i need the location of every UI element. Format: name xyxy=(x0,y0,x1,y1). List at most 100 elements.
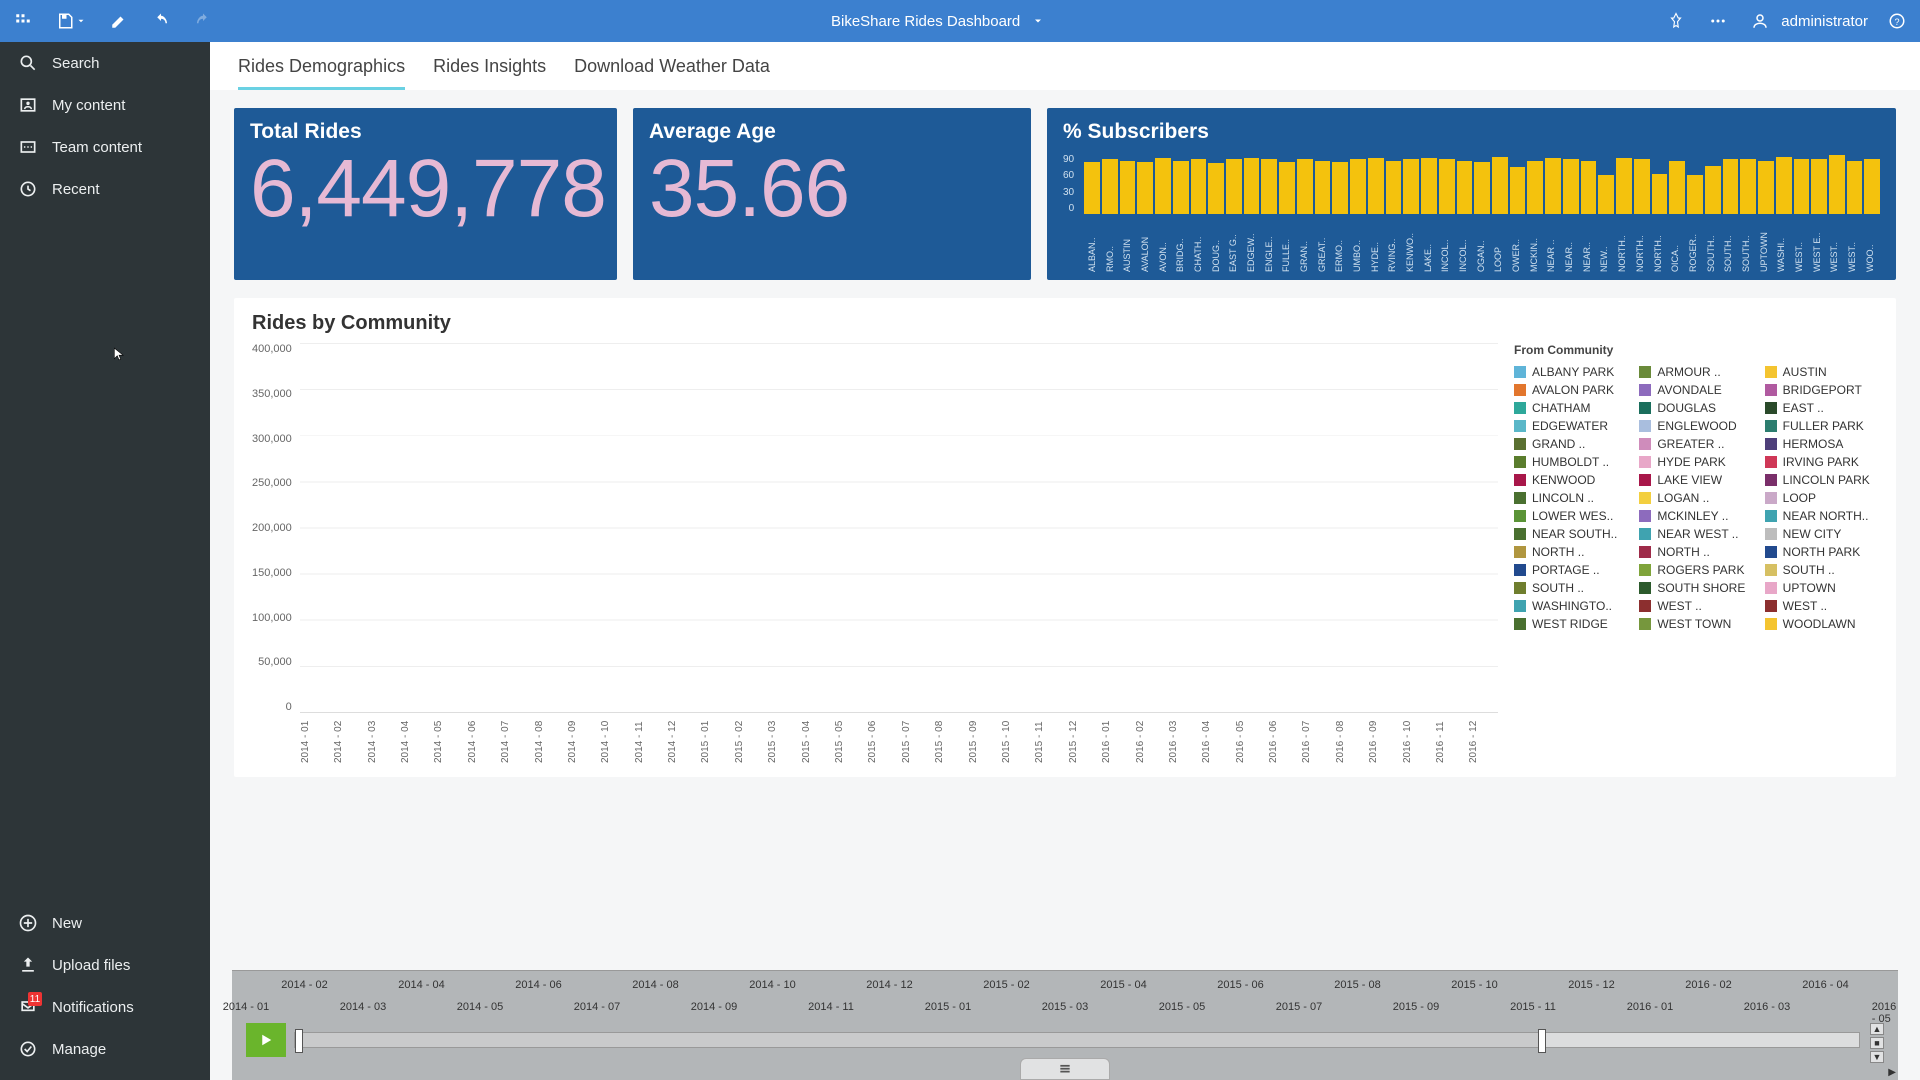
sub-bar[interactable] xyxy=(1474,162,1490,214)
edit-pencil-icon[interactable] xyxy=(106,8,132,34)
user-icon[interactable] xyxy=(1747,8,1773,34)
legend-item[interactable]: EAST .. xyxy=(1765,401,1878,415)
stacked-bar-chart[interactable] xyxy=(300,343,1498,713)
legend-item[interactable]: MCKINLEY .. xyxy=(1639,509,1752,523)
sub-bar[interactable] xyxy=(1297,159,1313,214)
legend-item[interactable]: WEST TOWN xyxy=(1639,617,1752,631)
sub-bar[interactable] xyxy=(1634,159,1650,214)
legend-item[interactable]: LOWER WES.. xyxy=(1514,509,1627,523)
sub-bar[interactable] xyxy=(1616,158,1632,214)
sub-bar[interactable] xyxy=(1403,159,1419,214)
sub-bar[interactable] xyxy=(1279,162,1295,214)
legend-item[interactable]: HERMOSA xyxy=(1765,437,1878,451)
sub-bar[interactable] xyxy=(1687,175,1703,214)
legend-item[interactable]: LOGAN .. xyxy=(1639,491,1752,505)
sub-bar[interactable] xyxy=(1315,161,1331,214)
legend-item[interactable]: FULLER PARK xyxy=(1765,419,1878,433)
legend-item[interactable]: LINCOLN PARK xyxy=(1765,473,1878,487)
sub-bar[interactable] xyxy=(1261,159,1277,214)
tab-rides-insights[interactable]: Rides Insights xyxy=(433,56,546,90)
sidebar-item-recent[interactable]: Recent xyxy=(0,168,210,210)
legend-item[interactable]: LOOP xyxy=(1765,491,1878,505)
timeline-scrubber[interactable] xyxy=(294,1032,1860,1048)
legend-item[interactable]: LINCOLN .. xyxy=(1514,491,1627,505)
sub-bar[interactable] xyxy=(1581,161,1597,214)
sub-bar[interactable] xyxy=(1120,161,1136,214)
legend-item[interactable]: UPTOWN xyxy=(1765,581,1878,595)
timeline-scroll-right[interactable]: ▶ xyxy=(1888,1067,1896,1078)
pin-icon[interactable] xyxy=(1663,8,1689,34)
sub-bar[interactable] xyxy=(1208,163,1224,214)
legend-item[interactable]: SOUTH SHORE xyxy=(1639,581,1752,595)
timeline-step-down[interactable]: ▼ xyxy=(1870,1051,1884,1063)
sub-bar[interactable] xyxy=(1598,175,1614,214)
legend-item[interactable]: NORTH .. xyxy=(1514,545,1627,559)
sub-bar[interactable] xyxy=(1758,161,1774,214)
save-menu[interactable] xyxy=(52,8,90,34)
dashboard-icon[interactable] xyxy=(10,8,36,34)
legend-item[interactable]: EDGEWATER xyxy=(1514,419,1627,433)
legend-item[interactable]: WEST RIDGE xyxy=(1514,617,1627,631)
timeline-handle-right[interactable] xyxy=(1538,1029,1546,1053)
legend-item[interactable]: AUSTIN xyxy=(1765,365,1878,379)
sub-bar[interactable] xyxy=(1669,161,1685,214)
sub-bar[interactable] xyxy=(1421,158,1437,214)
legend-item[interactable]: GREATER .. xyxy=(1639,437,1752,451)
legend-item[interactable]: NORTH PARK xyxy=(1765,545,1878,559)
tab-rides-demographics[interactable]: Rides Demographics xyxy=(238,56,405,90)
sub-bar[interactable] xyxy=(1723,159,1739,214)
legend-item[interactable]: WOODLAWN xyxy=(1765,617,1878,631)
sub-bar[interactable] xyxy=(1191,159,1207,214)
sub-bar[interactable] xyxy=(1740,159,1756,214)
sub-bar[interactable] xyxy=(1794,159,1810,214)
title-dropdown-icon[interactable] xyxy=(1028,11,1048,31)
username-label[interactable]: administrator xyxy=(1781,13,1868,30)
legend-item[interactable]: PORTAGE .. xyxy=(1514,563,1627,577)
tab-download-weather-data[interactable]: Download Weather Data xyxy=(574,56,770,90)
sidebar-item-manage[interactable]: Manage xyxy=(0,1028,210,1070)
sidebar-item-team-content[interactable]: Team content xyxy=(0,126,210,168)
sub-bar[interactable] xyxy=(1457,161,1473,214)
timeline-toggle-tab[interactable] xyxy=(1020,1058,1110,1080)
sub-bar[interactable] xyxy=(1652,174,1668,214)
sub-bar[interactable] xyxy=(1084,162,1100,214)
legend-item[interactable]: NEW CITY xyxy=(1765,527,1878,541)
sub-bar[interactable] xyxy=(1137,162,1153,214)
more-menu-icon[interactable] xyxy=(1705,8,1731,34)
redo-icon[interactable] xyxy=(190,8,216,34)
legend-item[interactable]: SOUTH .. xyxy=(1765,563,1878,577)
legend-item[interactable]: NEAR SOUTH.. xyxy=(1514,527,1627,541)
sub-bar[interactable] xyxy=(1368,158,1384,214)
sub-bar[interactable] xyxy=(1155,158,1171,214)
timeline-step-up[interactable]: ▲ xyxy=(1870,1023,1884,1035)
sub-bar[interactable] xyxy=(1332,162,1348,214)
legend-item[interactable]: DOUGLAS xyxy=(1639,401,1752,415)
undo-icon[interactable] xyxy=(148,8,174,34)
legend-item[interactable]: WEST .. xyxy=(1639,599,1752,613)
sub-bar[interactable] xyxy=(1226,159,1242,214)
legend-item[interactable]: BRIDGEPORT xyxy=(1765,383,1878,397)
sub-bar[interactable] xyxy=(1439,159,1455,214)
legend-item[interactable]: HUMBOLDT .. xyxy=(1514,455,1627,469)
legend-item[interactable]: ENGLEWOOD xyxy=(1639,419,1752,433)
sidebar-item-my-content[interactable]: My content xyxy=(0,84,210,126)
sub-bar[interactable] xyxy=(1492,157,1508,214)
legend-item[interactable]: CHATHAM xyxy=(1514,401,1627,415)
sidebar-item-notifications[interactable]: Notifications11 xyxy=(0,986,210,1028)
legend-item[interactable]: SOUTH .. xyxy=(1514,581,1627,595)
legend-item[interactable]: KENWOOD xyxy=(1514,473,1627,487)
sub-bar[interactable] xyxy=(1244,158,1260,214)
sub-bar[interactable] xyxy=(1545,158,1561,214)
sub-bar[interactable] xyxy=(1864,159,1880,214)
legend-item[interactable]: NEAR NORTH.. xyxy=(1765,509,1878,523)
timeline-handle-left[interactable] xyxy=(295,1029,303,1053)
sidebar-item-search[interactable]: Search xyxy=(0,42,210,84)
sub-bar[interactable] xyxy=(1102,159,1118,214)
sub-bar[interactable] xyxy=(1527,161,1543,214)
sub-bar[interactable] xyxy=(1811,159,1827,214)
sidebar-item-new[interactable]: New xyxy=(0,902,210,944)
sub-bar[interactable] xyxy=(1829,155,1845,214)
legend-item[interactable]: LAKE VIEW xyxy=(1639,473,1752,487)
legend-item[interactable]: GRAND .. xyxy=(1514,437,1627,451)
legend-item[interactable]: AVONDALE xyxy=(1639,383,1752,397)
